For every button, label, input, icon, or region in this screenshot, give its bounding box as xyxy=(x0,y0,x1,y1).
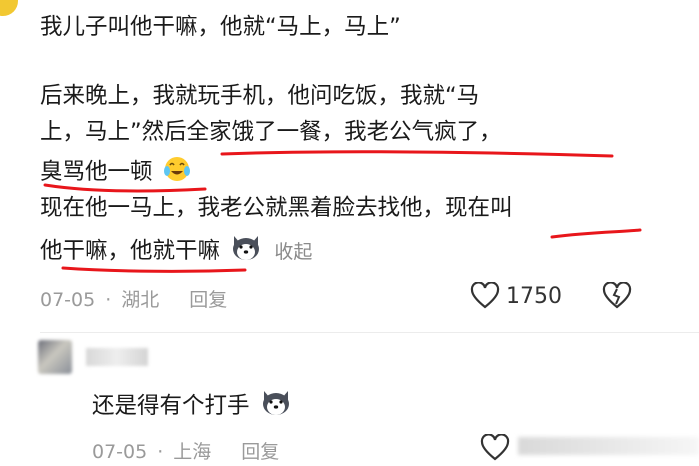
reply-comment-text: 还是得有个打手 xyxy=(92,387,293,425)
divider xyxy=(40,332,699,333)
reply-reply-button[interactable]: 回复 xyxy=(241,441,279,463)
fold-link[interactable]: 收起 xyxy=(274,241,312,263)
reply-location: 上海 xyxy=(173,441,212,463)
reply-username[interactable] xyxy=(86,348,148,366)
broken-heart-icon xyxy=(602,282,632,309)
reply-like-button[interactable] xyxy=(480,434,510,462)
blurred-overlay xyxy=(518,437,699,455)
comment-line-2: 后来晚上，我就玩手机，他问吃饭，我就“马 xyxy=(40,83,480,109)
reply-meta: 07-05 · 上海 回复 xyxy=(92,441,280,463)
comment-location: 湖北 xyxy=(121,289,160,311)
comment-line-1: 我儿子叫他干嘛，他就“马上，马上” xyxy=(40,14,401,40)
comment-date: 07-05 xyxy=(40,289,96,311)
comment-meta: 07-05 · 湖北 回复 xyxy=(40,289,228,311)
reply-date: 07-05 xyxy=(92,441,148,463)
heart-outline-icon xyxy=(470,282,500,309)
heart-outline-icon xyxy=(480,434,510,461)
comment-line-3: 上，马上”然后全家饿了一餐，我老公气疯了， xyxy=(40,119,502,145)
comment-line-4: 臭骂他一顿 xyxy=(40,155,192,191)
comment-line-4-text: 臭骂他一顿 xyxy=(40,159,153,185)
husky-dog-emoji-icon xyxy=(229,232,263,270)
comment-line-6-text: 他干嘛，他就干嘛 xyxy=(40,238,221,264)
comment-line-5: 现在他一马上，我老公就黑着脸去找他，现在叫 xyxy=(40,195,513,221)
like-button[interactable]: 1750 xyxy=(470,282,562,310)
crying-laughing-emoji-icon xyxy=(162,155,192,191)
reply-comment-body: 还是得有个打手 xyxy=(92,393,250,419)
comment-line-6: 他干嘛，他就干嘛 收起 xyxy=(40,232,312,270)
reply-avatar[interactable] xyxy=(38,340,72,374)
like-count: 1750 xyxy=(506,283,562,309)
avatar[interactable] xyxy=(0,0,18,16)
reply-button[interactable]: 回复 xyxy=(189,289,227,311)
dislike-button[interactable] xyxy=(602,282,632,310)
husky-dog-emoji-icon xyxy=(259,387,293,425)
